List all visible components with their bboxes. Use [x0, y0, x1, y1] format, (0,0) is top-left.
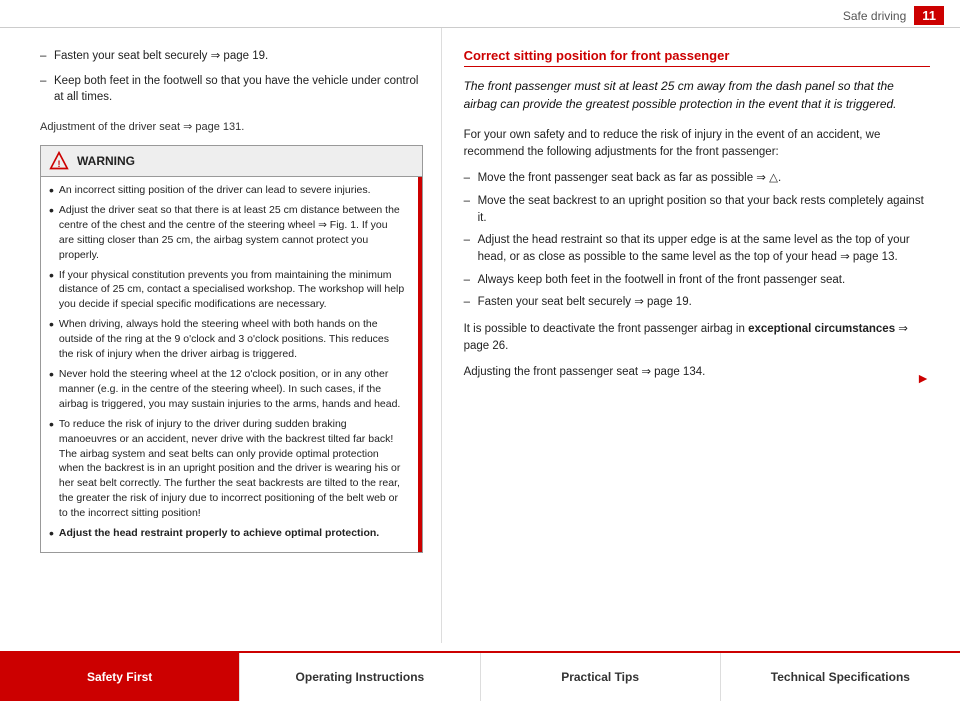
- warning-text: Adjust the head restraint properly to ac…: [59, 526, 379, 541]
- next-arrow-icon: ►: [916, 368, 930, 388]
- bullet-dot: •: [49, 268, 54, 313]
- warning-triangle-icon: !: [49, 151, 69, 171]
- warning-point: • Adjust the head restraint properly to …: [49, 526, 406, 541]
- tab-operating-instructions[interactable]: Operating Instructions: [240, 653, 480, 701]
- top-header: Safe driving 11: [0, 0, 960, 28]
- list-item: Keep both feet in the footwell so that y…: [40, 73, 423, 106]
- tab-label: Operating Instructions: [296, 670, 425, 684]
- warning-header: ! WARNING: [41, 146, 422, 177]
- adjustment-item: Always keep both feet in the footwell in…: [464, 272, 930, 289]
- bottom-nav: Safety First Operating Instructions Prac…: [0, 651, 960, 701]
- warning-label: WARNING: [77, 154, 135, 168]
- warning-inner: • An incorrect sitting position of the d…: [41, 177, 422, 552]
- page-number: 11: [914, 6, 944, 25]
- svg-text:!: !: [57, 159, 60, 169]
- adj-front-text: Adjusting the front passenger seat ⇒ pag…: [464, 364, 930, 381]
- adj-front-label: Adjusting the front passenger seat ⇒ pag…: [464, 366, 706, 378]
- adjustment-item: Fasten your seat belt securely ⇒ page 19…: [464, 294, 930, 311]
- bullet-dot: •: [49, 367, 54, 412]
- adjustment-text: Adjustment of the driver seat ⇒ page 131…: [40, 120, 423, 133]
- right-column: Correct sitting position for front passe…: [442, 28, 960, 643]
- warning-point: • Adjust the driver seat so that there i…: [49, 203, 406, 263]
- warning-point: • An incorrect sitting position of the d…: [49, 183, 406, 198]
- warning-box: ! WARNING • An incorrect sitting positio…: [40, 145, 423, 553]
- bullet-dot: •: [49, 203, 54, 263]
- bullet-dot: •: [49, 526, 54, 541]
- adjustment-item: Adjust the head restraint so that its up…: [464, 232, 930, 265]
- chapter-title: Safe driving: [843, 9, 906, 23]
- adjustment-item: Move the front passenger seat back as fa…: [464, 170, 930, 187]
- warning-text: An incorrect sitting position of the dri…: [59, 183, 371, 198]
- left-bullet-list: Fasten your seat belt securely ⇒ page 19…: [40, 48, 423, 106]
- warning-body: • An incorrect sitting position of the d…: [41, 177, 414, 552]
- intro-paragraph: For your own safety and to reduce the ri…: [464, 127, 930, 160]
- list-item: Fasten your seat belt securely ⇒ page 19…: [40, 48, 423, 65]
- tab-practical-tips[interactable]: Practical Tips: [481, 653, 721, 701]
- warning-point: • If your physical constitution prevents…: [49, 268, 406, 313]
- italic-intro: The front passenger must sit at least 25…: [464, 77, 930, 113]
- exceptional-text: It is possible to deactivate the front p…: [464, 321, 930, 354]
- tab-safety-first[interactable]: Safety First: [0, 653, 240, 701]
- warning-text: Adjust the driver seat so that there is …: [59, 203, 406, 263]
- tab-label: Safety First: [87, 670, 152, 684]
- tab-label: Technical Specifications: [771, 670, 910, 684]
- adjustments-list: Move the front passenger seat back as fa…: [464, 170, 930, 311]
- left-column: Fasten your seat belt securely ⇒ page 19…: [0, 28, 442, 643]
- warning-content: • An incorrect sitting position of the d…: [41, 177, 414, 552]
- warning-text: When driving, always hold the steering w…: [59, 317, 406, 362]
- warning-point: • To reduce the risk of injury to the dr…: [49, 417, 406, 521]
- tab-label: Practical Tips: [561, 670, 639, 684]
- bullet-dot: •: [49, 317, 54, 362]
- warning-point: • When driving, always hold the steering…: [49, 317, 406, 362]
- tab-technical-specifications[interactable]: Technical Specifications: [721, 653, 960, 701]
- warning-text: If your physical constitution prevents y…: [59, 268, 406, 313]
- warning-point: • Never hold the steering wheel at the 1…: [49, 367, 406, 412]
- warning-text: To reduce the risk of injury to the driv…: [59, 417, 406, 521]
- warning-red-bar: [418, 177, 422, 552]
- adjustment-item: Move the seat backrest to an upright pos…: [464, 193, 930, 226]
- bullet-dot: •: [49, 183, 54, 198]
- section-title: Correct sitting position for front passe…: [464, 48, 930, 67]
- main-content: Fasten your seat belt securely ⇒ page 19…: [0, 28, 960, 643]
- bullet-dot: •: [49, 417, 54, 521]
- warning-text: Never hold the steering wheel at the 12 …: [59, 367, 406, 412]
